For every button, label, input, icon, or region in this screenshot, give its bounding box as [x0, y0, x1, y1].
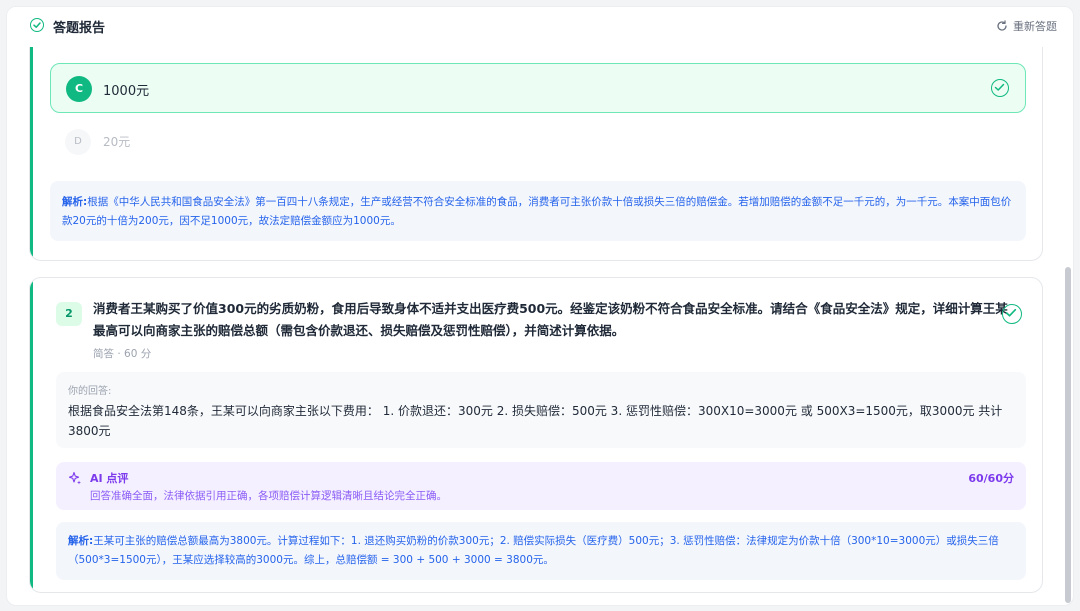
- analysis-box: 解析:王某可主张的赔偿总额最高为3800元。计算过程如下：1. 退还购买奶粉的价…: [56, 522, 1026, 580]
- option-letter-badge: D: [65, 129, 91, 155]
- restart-label: 重新答题: [1013, 20, 1057, 33]
- option-d[interactable]: D 20元: [50, 119, 1026, 165]
- question-card-1: C 1000元 D 20元 解析:根据《中华人民共和国食品安全法》第一百四十八条…: [29, 27, 1043, 261]
- restart-button[interactable]: 重新答题: [996, 18, 1057, 34]
- analysis-label: 解析:: [68, 535, 94, 547]
- analysis-text: 王某可主张的赔偿总额最高为3800元。计算过程如下：1. 退还购买奶粉的价款30…: [68, 535, 999, 566]
- answer-text: 根据食品安全法第148条，王某可以向商家主张以下费用： 1. 价款退还：300元…: [68, 404, 1003, 438]
- option-c-correct[interactable]: C 1000元: [50, 63, 1026, 113]
- analysis-box: 解析:根据《中华人民共和国食品安全法》第一百四十八条规定，生产或经营不符合安全标…: [50, 181, 1026, 241]
- refresh-icon: [997, 20, 1007, 31]
- scrollbar-thumb[interactable]: [1065, 267, 1071, 603]
- question-text: 消费者王某购买了价值300元的劣质奶粉，食用后导致身体不适并支出医疗费500元。…: [93, 301, 1008, 338]
- report-panel: 答题报告 重新答题 C 1000元 D 20元 解析:根据《中华人民共和国食品安…: [6, 6, 1074, 606]
- question-number-badge: 2: [56, 302, 82, 326]
- user-answer-box: 你的回答: 根据食品安全法第148条，王某可以向商家主张以下费用： 1. 价款退…: [56, 372, 1026, 448]
- question-meta: 简答 · 60 分: [93, 348, 152, 360]
- ai-review-box: AI 点评 60/60分 回答准确全面，法律依据引用正确，各项赔偿计算逻辑清晰且…: [56, 462, 1026, 510]
- analysis-text: 根据《中华人民共和国食品安全法》第一百四十八条规定，生产或经营不符合安全标准的食…: [62, 196, 1012, 227]
- ai-score: 60/60分: [968, 472, 1014, 485]
- check-circle-icon: [1002, 304, 1022, 324]
- option-text: 20元: [103, 135, 131, 149]
- ai-review-text: 回答准确全面，法律依据引用正确，各项赔偿计算逻辑清晰且结论完全正确。: [90, 490, 447, 502]
- ai-review-title: AI 点评: [90, 472, 129, 485]
- option-text: 1000元: [103, 84, 150, 99]
- sparkle-icon: [68, 471, 81, 485]
- option-letter-badge: C: [66, 76, 92, 102]
- check-circle-icon: [30, 18, 44, 32]
- check-circle-icon: [991, 79, 1009, 97]
- report-header: 答题报告 重新答题: [7, 7, 1073, 47]
- page-title: 答题报告: [53, 21, 106, 36]
- question-card-2: 2 消费者王某购买了价值300元的劣质奶粉，食用后导致身体不适并支出医疗费500…: [29, 277, 1043, 593]
- answer-label: 你的回答:: [68, 386, 112, 397]
- analysis-label: 解析:: [62, 196, 88, 208]
